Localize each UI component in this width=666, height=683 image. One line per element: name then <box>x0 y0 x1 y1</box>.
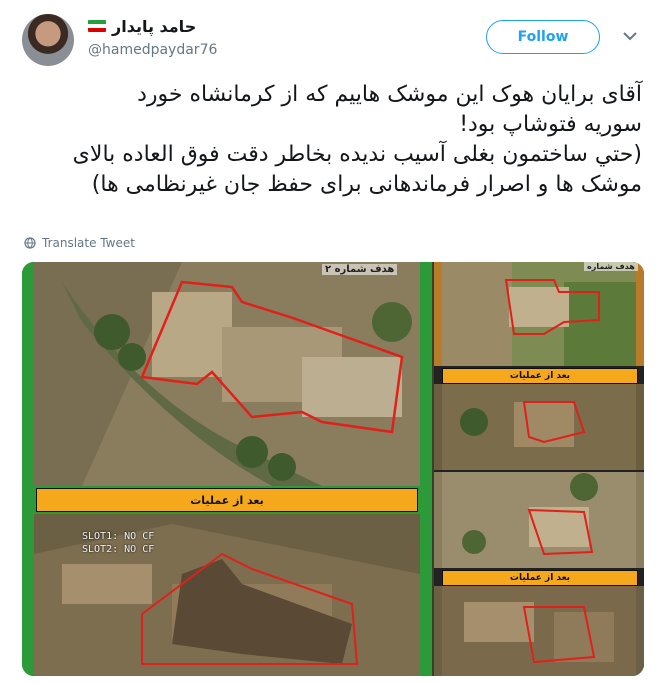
left-image-panel: هدف شماره ۲ بعد از عملیات SLOT1: NO CF S… <box>22 262 432 676</box>
aerial-photo-grid <box>434 262 644 676</box>
follow-button[interactable]: Follow <box>486 20 600 54</box>
tweet-line: موشک ها و اصرار فرماندهانی برای حفظ جان … <box>91 172 642 197</box>
tweet-line: (حتي ساختمون بغلی آسیب ندیده بخاطر دقت ف… <box>72 142 642 167</box>
osd-overlay: SLOT1: NO CF SLOT2: NO CF <box>82 530 154 556</box>
tweet-image[interactable]: هدف شماره ۲ بعد از عملیات SLOT1: NO CF S… <box>22 262 644 676</box>
chevron-down-icon[interactable] <box>622 30 638 42</box>
osd-line: SLOT2: NO CF <box>82 544 155 555</box>
tweet-line: آقای برایان هوک این موشک هاییم که از کرم… <box>137 82 642 107</box>
translate-tweet-link[interactable]: Translate Tweet <box>24 234 135 252</box>
tweet-text: آقای برایان هوک این موشک هاییم که از کرم… <box>22 80 642 200</box>
after-operation-label: بعد از عملیات <box>442 368 638 384</box>
after-operation-label: بعد از عملیات <box>36 488 418 512</box>
translate-label: Translate Tweet <box>42 236 135 250</box>
author-name-row: حامد پایدار <box>88 14 196 38</box>
avatar[interactable] <box>22 14 74 66</box>
after-operation-label: بعد از عملیات <box>442 570 638 586</box>
target-caption: هدف شماره <box>584 262 638 271</box>
tweet-line: سوریه فتوشاپ بود! <box>459 112 642 137</box>
osd-line: SLOT1: NO CF <box>82 531 155 542</box>
display-name[interactable]: حامد پایدار <box>112 17 196 36</box>
user-handle[interactable]: @hamedpaydar76 <box>88 42 217 58</box>
globe-icon <box>24 237 36 249</box>
target-caption: هدف شماره ۲ <box>322 264 398 275</box>
tweet-header: حامد پایدار @hamedpaydar76 Follow <box>22 14 644 70</box>
right-image-panel: هدف شماره بعد از عملیات بعد از عملیات <box>434 262 644 676</box>
iran-flag-icon <box>88 20 106 32</box>
